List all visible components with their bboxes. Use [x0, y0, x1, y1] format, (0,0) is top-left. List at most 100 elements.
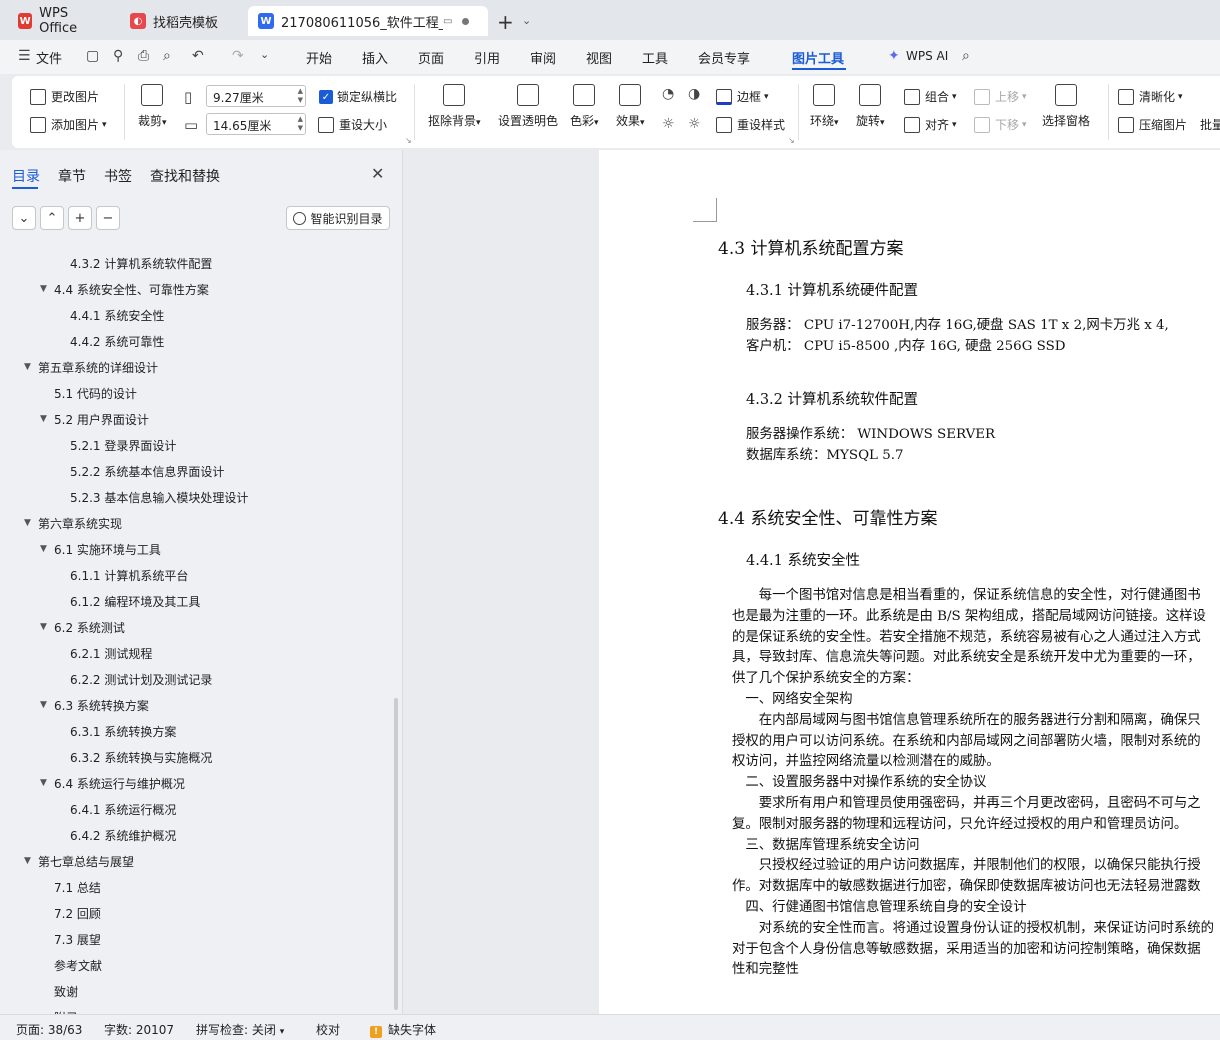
add-picture-button[interactable]: 添加图片 ▾: [30, 116, 107, 133]
toc-item[interactable]: ▼ 4.4 系统安全性、可靠性方案: [0, 276, 390, 302]
color-button[interactable]: 色彩▾: [570, 84, 599, 129]
toc-item[interactable]: ▼ 6.3 系统转换方案: [0, 692, 390, 718]
unsaved-dot-icon[interactable]: [462, 17, 470, 25]
add-heading-button[interactable]: +: [68, 206, 92, 230]
caret-down-icon[interactable]: ▼: [24, 362, 38, 372]
dialog-launcher-icon[interactable]: ↘: [788, 136, 795, 145]
brightness-down-icon[interactable]: ☼: [688, 116, 701, 132]
caret-down-icon[interactable]: ▼: [40, 414, 54, 424]
menu-page[interactable]: 页面: [418, 48, 444, 67]
toc-item[interactable]: 5.2.1 登录界面设计: [0, 432, 390, 458]
reset-style-button[interactable]: 重设样式: [716, 116, 785, 133]
missing-font-button[interactable]: ! 缺失字体: [370, 1021, 436, 1038]
nav-tab-sections[interactable]: 章节: [58, 166, 86, 186]
wrap-button[interactable]: 环绕▾: [810, 84, 839, 129]
change-picture-button[interactable]: 更改图片: [30, 88, 99, 105]
toc-item[interactable]: 5.2.2 系统基本信息界面设计: [0, 458, 390, 484]
menu-wps-ai[interactable]: WPS AI: [906, 49, 948, 63]
link-icon[interactable]: ⚲: [113, 48, 123, 64]
caret-down-icon[interactable]: ▼: [40, 622, 54, 632]
toc-item[interactable]: 6.1.1 计算机系统平台: [0, 562, 390, 588]
menu-tools[interactable]: 工具: [642, 48, 668, 67]
toc-item[interactable]: ▼ 第七章总结与展望: [0, 848, 390, 874]
group-button[interactable]: 组合 ▾: [904, 88, 957, 105]
toc-item[interactable]: 7.2 回顾: [0, 900, 390, 926]
print-preview-icon[interactable]: ⌕: [163, 48, 171, 64]
caret-down-icon[interactable]: ▼: [40, 544, 54, 554]
word-count[interactable]: 字数: 20107: [104, 1021, 174, 1038]
menu-references[interactable]: 引用: [474, 48, 500, 67]
menu-picture-tools[interactable]: 图片工具: [792, 48, 844, 67]
spinner-icon[interactable]: ▲ ▼: [298, 87, 303, 105]
selection-pane-button[interactable]: 选择窗格: [1042, 84, 1090, 129]
collapse-all-button[interactable]: ⌄: [12, 206, 36, 230]
page-indicator[interactable]: 页面: 38/63: [16, 1021, 82, 1038]
crop-button[interactable]: 裁剪▾: [138, 84, 167, 129]
sharpen-button[interactable]: 清晰化 ▾: [1118, 88, 1183, 105]
lock-ratio-check-icon[interactable]: ✓: [319, 90, 333, 104]
effect-button[interactable]: 效果▾: [616, 84, 645, 129]
toc-item[interactable]: 6.2.2 测试计划及测试记录: [0, 666, 390, 692]
toc-item[interactable]: ▼ 5.2 用户界面设计: [0, 406, 390, 432]
document-page[interactable]: 4.3 计算机系统配置方案 4.3.1 计算机系统硬件配置 服务器： CPU i…: [599, 150, 1220, 1014]
toc-item[interactable]: 6.2.1 测试规程: [0, 640, 390, 666]
toc-item[interactable]: 7.3 展望: [0, 926, 390, 952]
rotate-button[interactable]: 旋转▾: [856, 84, 885, 129]
toc-item[interactable]: 7.1 总结: [0, 874, 390, 900]
toc-item[interactable]: 4.4.1 系统安全性: [0, 302, 390, 328]
remove-heading-button[interactable]: −: [96, 206, 120, 230]
toc-item[interactable]: 6.4.1 系统运行概况: [0, 796, 390, 822]
nav-scrollbar[interactable]: [394, 698, 398, 1010]
save-icon[interactable]: ▢: [86, 48, 99, 64]
smart-toc-button[interactable]: 智能识别目录: [286, 206, 390, 230]
chevron-down-icon[interactable]: ⌄: [260, 48, 269, 61]
search-icon[interactable]: ⌕: [962, 48, 970, 64]
toc-item[interactable]: 6.4.2 系统维护概况: [0, 822, 390, 848]
toc-item[interactable]: 4.3.2 计算机系统软件配置: [0, 250, 390, 276]
lock-ratio-checkbox[interactable]: 锁定纵横比: [337, 88, 397, 105]
toc-item[interactable]: 4.4.2 系统可靠性: [0, 328, 390, 354]
caret-down-icon[interactable]: ▼: [40, 700, 54, 710]
toc-item[interactable]: ▼ 6.1 实施环境与工具: [0, 536, 390, 562]
close-icon[interactable]: ✕: [371, 164, 384, 183]
proofread-button[interactable]: 校对: [316, 1021, 340, 1038]
toc-item[interactable]: 6.3.2 系统转换与实施概况: [0, 744, 390, 770]
menu-view[interactable]: 视图: [586, 48, 612, 67]
add-tab-icon[interactable]: +: [497, 10, 514, 34]
undo-icon[interactable]: ↶: [192, 48, 204, 64]
nav-tab-toc[interactable]: 目录: [12, 166, 40, 186]
menu-home[interactable]: 开始: [306, 48, 332, 67]
toc-item[interactable]: ▼ 6.2 系统测试: [0, 614, 390, 640]
toc-item[interactable]: ▼ 6.4 系统运行与维护概况: [0, 770, 390, 796]
spell-check-toggle[interactable]: 拼写检查: 关闭 ▾: [196, 1021, 284, 1038]
batch-button[interactable]: 批量: [1200, 116, 1220, 133]
caret-down-icon[interactable]: ▼: [40, 778, 54, 788]
toc-item[interactable]: ▼ 第五章系统的详细设计: [0, 354, 390, 380]
print-icon[interactable]: ⎙: [138, 48, 149, 64]
toc-item[interactable]: 参考文献: [0, 952, 390, 978]
tab-document[interactable]: W 217080611056_软件工程_肖 ▭: [248, 6, 488, 36]
tab-docer[interactable]: ◐ 找稻壳模板: [120, 6, 244, 36]
align-button[interactable]: 对齐 ▾: [904, 116, 957, 133]
chevron-down-icon[interactable]: ⌄: [522, 14, 531, 27]
toc-item[interactable]: 5.2.3 基本信息输入模块处理设计: [0, 484, 390, 510]
width-input[interactable]: 9.27厘米 ▲ ▼: [206, 85, 306, 107]
nav-tab-bookmarks[interactable]: 书签: [104, 166, 132, 186]
expand-up-button[interactable]: ⌃: [40, 206, 64, 230]
toc-item[interactable]: 6.3.1 系统转换方案: [0, 718, 390, 744]
height-input[interactable]: 14.65厘米 ▲ ▼: [206, 113, 306, 135]
toc-item[interactable]: 附录: [0, 1004, 390, 1015]
compress-picture-button[interactable]: 压缩图片: [1118, 116, 1187, 133]
tab-wps-office[interactable]: W WPS Office: [8, 6, 112, 36]
spinner-icon[interactable]: ▲ ▼: [298, 115, 303, 133]
border-button[interactable]: 边框 ▾: [716, 88, 769, 105]
brightness-up-icon[interactable]: ☼: [662, 116, 675, 132]
move-down-button[interactable]: 下移 ▾: [974, 116, 1027, 133]
toc-item[interactable]: 6.1.2 编程环境及其工具: [0, 588, 390, 614]
contrast-icon[interactable]: ◑: [688, 86, 700, 102]
menu-file[interactable]: 文件: [36, 48, 62, 67]
menu-member[interactable]: 会员专享: [698, 48, 750, 67]
resize-button[interactable]: 重设大小: [318, 116, 387, 133]
menu-review[interactable]: 审阅: [530, 48, 556, 67]
brightness-icon[interactable]: ◔: [662, 86, 674, 102]
